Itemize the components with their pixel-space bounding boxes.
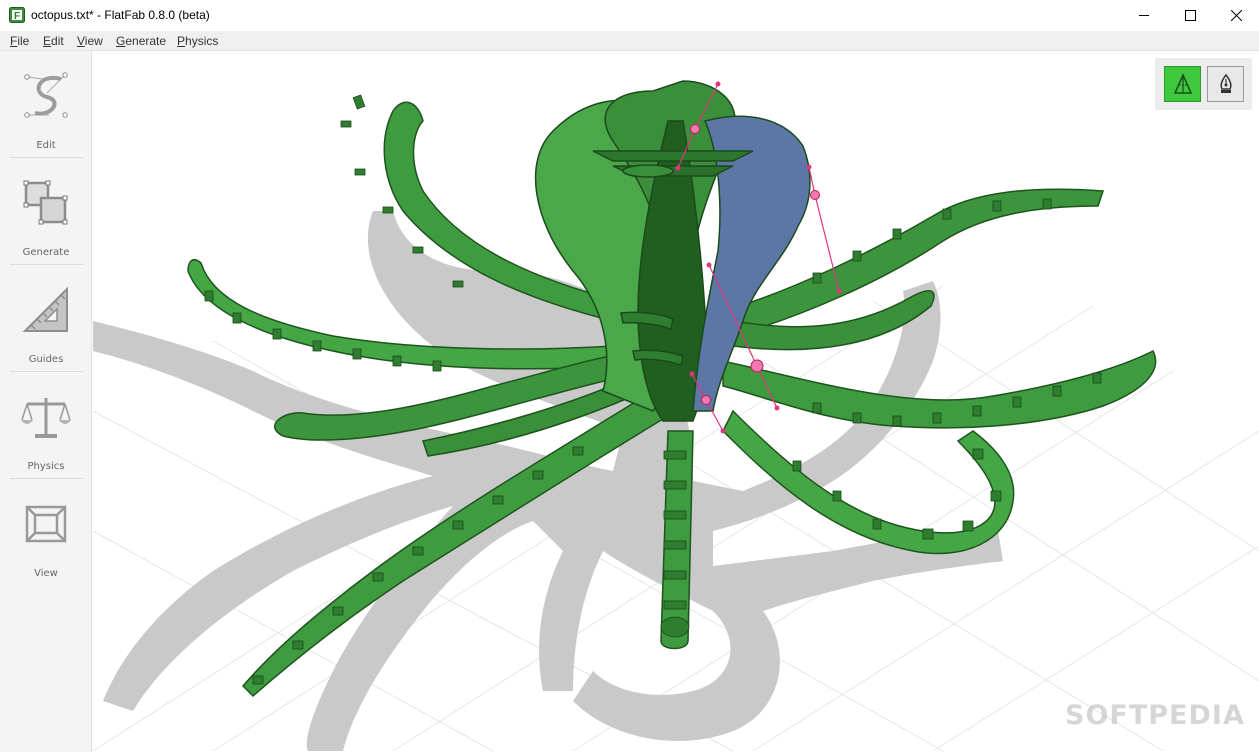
tool-view[interactable]: View (0, 479, 92, 586)
octopus-model-scene (93, 80, 1259, 752)
triangle-ruler-icon (22, 286, 68, 332)
watermark: SOFTPEDIA (1065, 700, 1245, 731)
close-icon (1230, 10, 1242, 21)
mode-toolbar (1155, 58, 1252, 110)
tool-edit-label: Edit (36, 140, 56, 151)
tool-generate-label: Generate (22, 247, 70, 258)
3d-viewport[interactable] (93, 51, 1259, 752)
slice-mode-button[interactable] (1164, 66, 1201, 102)
slice-planes-icon (1173, 73, 1192, 94)
window-title: octopus.txt* - FlatFab 0.8.0 (beta) (31, 8, 210, 22)
pen-nib-icon (1219, 73, 1232, 93)
tool-edit[interactable]: Edit (0, 51, 92, 158)
tool-guides[interactable]: Guides (0, 265, 92, 372)
tool-view-label: View (34, 568, 58, 579)
pen-mode-button[interactable] (1207, 66, 1244, 102)
menu-view[interactable]: View (77, 34, 103, 48)
title-bar: F octopus.txt* - FlatFab 0.8.0 (beta) (0, 0, 1259, 31)
menu-physics[interactable]: Physics (177, 34, 218, 48)
tool-guides-label: Guides (28, 354, 64, 365)
maximize-icon (1184, 10, 1196, 21)
minimize-icon (1138, 15, 1149, 16)
tool-physics-label: Physics (27, 461, 65, 472)
tool-physics[interactable]: Physics (0, 372, 92, 479)
menu-file[interactable]: File (10, 34, 29, 48)
balance-scale-icon (21, 398, 71, 438)
svg-text:F: F (14, 11, 20, 22)
generate-squares-icon (23, 180, 68, 225)
view-frame-icon (25, 505, 67, 543)
curve-edit-icon (24, 72, 68, 118)
maximize-button[interactable] (1167, 0, 1213, 31)
minimize-button[interactable] (1121, 0, 1167, 31)
menu-generate[interactable]: Generate (116, 34, 166, 48)
tool-generate[interactable]: Generate (0, 158, 92, 265)
menu-edit[interactable]: Edit (43, 34, 64, 48)
tool-sidebar: Edit Generate Guides Physics View (0, 51, 92, 752)
menu-bar: File Edit View Generate Physics (0, 31, 1259, 51)
app-icon: F (9, 7, 25, 23)
close-button[interactable] (1213, 0, 1259, 31)
